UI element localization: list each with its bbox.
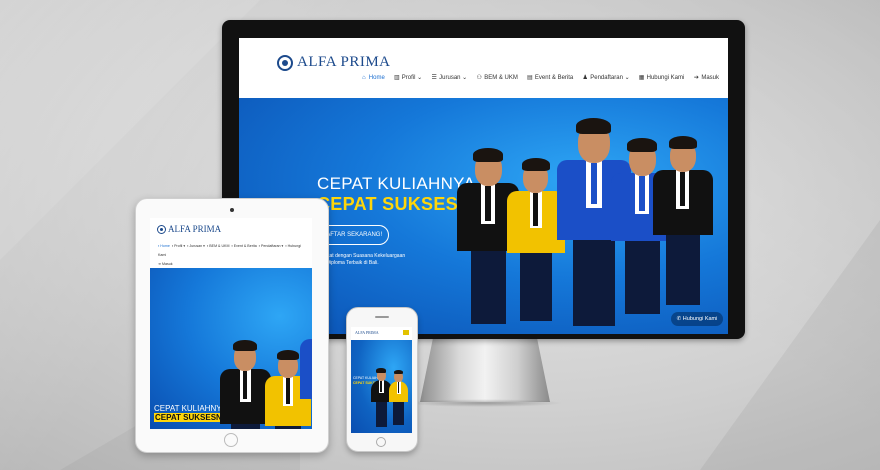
nav-item-label: Masuk [701, 74, 719, 81]
logo-emblem-icon [277, 54, 293, 71]
nav-item-label: Home [368, 74, 385, 81]
phone-device: ALFA PRIMA CEPAT KULIAHNYA, CEPAT SUKSES… [346, 307, 418, 452]
tablet-nav: ▪ Home ▪ Profil ▾ ▪ Jurusan ▾ ▪ BEM & UKM ▪ … [158, 242, 308, 269]
nav-item-pendaftaran[interactable]: ♟ Pendaftaran ⌄ [582, 74, 630, 82]
phone-brand-name: ALFA PRIMA [355, 330, 379, 335]
figure-shirt [380, 380, 383, 393]
phone-speaker [375, 316, 389, 318]
nav-item-label: Profil ⌄ [401, 75, 423, 81]
nav-item-bem-ukm[interactable]: ⚇ BEM & UKM [476, 74, 518, 81]
users-icon: ⚇ [476, 74, 482, 81]
nav-item-event-berita[interactable]: ▤ Event & Berita [527, 74, 573, 81]
main-nav: ⌂ Home ▥ Profil ⌄ ☰ Jurusan ⌄ ⚇ BEM & UKM ▤ Event… [349, 74, 719, 82]
tablet-nav-row: ▪ Home ▪ Profil ▾ ▪ Jurusan ▾ ▪ BEM & UKM ▪ … [158, 242, 308, 260]
figure-shirt [397, 381, 400, 393]
menu-toggle-icon[interactable] [403, 330, 409, 335]
phone-home-button[interactable] [376, 437, 386, 447]
monitor-stand-shadow [404, 399, 564, 407]
phone-hero-banner: CEPAT KULIAHNYA, CEPAT SUKSESNYA! [351, 340, 412, 433]
home-icon: ⌂ [361, 74, 366, 81]
figure-shirt [590, 162, 597, 205]
nav-item-profil[interactable]: ▥ Profil ⌄ [393, 74, 423, 82]
phone-screen: ALFA PRIMA CEPAT KULIAHNYA, CEPAT SUKSES… [351, 327, 412, 433]
figure-shirt [533, 193, 539, 226]
figure-shirt [286, 378, 290, 404]
tablet-hero-banner: CEPAT KULIAHNYA, CEPAT SUKSESNYA! [150, 268, 312, 429]
tablet-home-button[interactable] [224, 433, 238, 447]
figure-hair [627, 138, 657, 152]
site-logo[interactable]: ALFA PRIMA [277, 54, 391, 71]
nav-item-label: Event & Berita [534, 74, 574, 81]
site-header: ALFA PRIMA ⌂ Home ▥ Profil ⌄ ☰ Jurusan ⌄ ⚇ BEM … [239, 38, 728, 99]
tablet-nav-item[interactable]: ▪ Profil ▾ [172, 244, 185, 248]
tablet-nav-item[interactable]: ▪ Jurusan ▾ [187, 244, 205, 248]
tablet-nav-item[interactable]: ▪ BEM & UKM [207, 244, 229, 248]
tablet-brand-name: ALFA PRIMA [168, 224, 222, 234]
figure-hair [376, 368, 387, 373]
monitor-stand [420, 338, 550, 402]
tablet-site-logo[interactable]: ALFA PRIMA [157, 224, 221, 234]
brand-name: ALFA PRIMA [297, 54, 391, 70]
tablet-device: ALFA PRIMA ▪ Home ▪ Profil ▾ ▪ Jurusan ▾ ▪ … [135, 198, 329, 453]
nav-item-label: Hubungi Kami [646, 74, 685, 81]
user-icon: ♟ [582, 74, 588, 81]
tablet-nav-item[interactable]: ▪ Home [158, 244, 170, 248]
logo-emblem-icon [157, 224, 166, 234]
list-icon: ☰ [431, 74, 437, 81]
figure-shirt [680, 172, 686, 207]
figure-shirt [243, 370, 248, 400]
hero-description-line: Singkat dengan Suasana Kekeluargaan [317, 253, 406, 259]
whatsapp-contact-button[interactable]: ✆ Hubungi Kami [671, 312, 723, 326]
figure-shirt [485, 185, 491, 221]
figure-hair [668, 136, 698, 149]
tablet-nav-item[interactable]: ▪ Pendaftaran ▾ [259, 244, 284, 248]
grid-icon: ▦ [638, 74, 645, 81]
tablet-screen: ALFA PRIMA ▪ Home ▪ Profil ▾ ▪ Jurusan ▾ ▪ … [150, 218, 312, 429]
tablet-nav-item[interactable]: ▪ Event & Berita [231, 244, 256, 248]
nav-item-masuk[interactable]: ➔ Masuk [693, 74, 719, 81]
figure-body [300, 339, 312, 400]
whatsapp-label: Hubungi Kami [682, 316, 718, 322]
calendar-icon: ▤ [527, 74, 533, 81]
figure-hair [277, 350, 299, 360]
figure-hair [233, 340, 258, 351]
nav-item-jurusan[interactable]: ☰ Jurusan ⌄ [431, 74, 468, 82]
tablet-camera [230, 208, 234, 212]
figure-hair [394, 370, 404, 375]
figure-hair [473, 148, 503, 162]
hero-description: Singkat dengan Suasana Kekeluargaan pus D… [317, 253, 417, 267]
bank-icon: ▥ [393, 74, 400, 81]
hero-description-line: pus Diploma Terbaik di Bali. [317, 260, 379, 266]
login-icon: ➔ [693, 74, 699, 81]
hero-headline-line1: CEPAT KULIAHNYA, [317, 174, 481, 193]
nav-item-home[interactable]: ⌂ Home [361, 74, 385, 81]
figure-hair [522, 158, 550, 171]
figure-hair [576, 118, 612, 134]
nav-item-label: Pendaftaran ⌄ [590, 75, 630, 81]
figure-shirt [639, 175, 645, 211]
nav-item-hubungi-kami[interactable]: ▦ Hubungi Kami [639, 74, 685, 81]
tablet-hero-line1: CEPAT KULIAHNYA, [154, 404, 229, 413]
nav-item-label: BEM & UKM [484, 74, 518, 81]
nav-item-label: Jurusan ⌄ [439, 75, 468, 81]
